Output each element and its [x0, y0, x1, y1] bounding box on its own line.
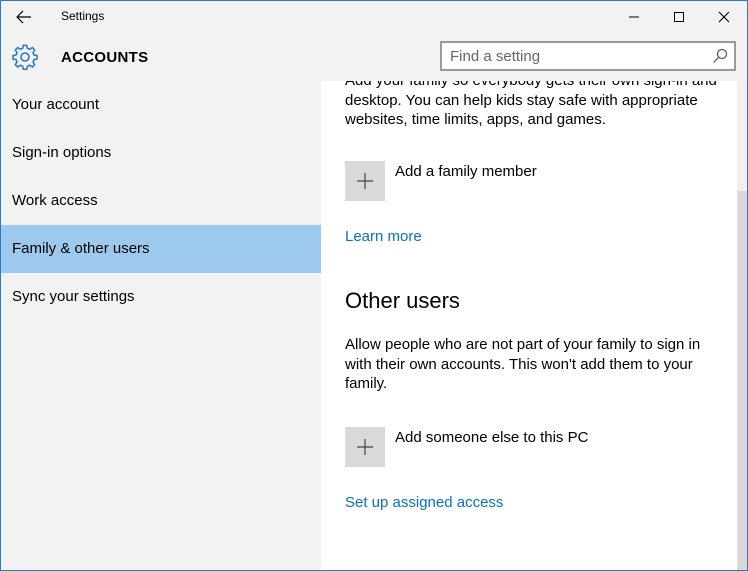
sidebar-item-label: Family & other users: [12, 240, 150, 257]
back-arrow-icon[interactable]: [9, 3, 39, 31]
other-text-line: Allow people who are not part of your fa…: [345, 336, 701, 353]
search-icon[interactable]: [712, 48, 728, 64]
close-icon: [718, 11, 730, 23]
family-description: Add your family so everybody gets their …: [345, 81, 725, 130]
search-box[interactable]: [440, 41, 736, 71]
sidebar-item-label: Work access: [12, 192, 98, 209]
close-button[interactable]: [701, 1, 747, 33]
sidebar-item-label: Sign-in options: [12, 144, 112, 161]
search-input[interactable]: [450, 45, 700, 67]
sidebar-item-label: Your account: [12, 96, 100, 113]
family-text-line: websites, time limits, apps, and games.: [345, 111, 606, 128]
scrollbar-track[interactable]: [737, 81, 747, 191]
minimize-icon: [629, 16, 639, 18]
other-users-description: Allow people who are not part of your fa…: [345, 335, 725, 394]
sidebar-item-your-account[interactable]: Your account: [1, 81, 321, 129]
minimize-button[interactable]: [611, 1, 657, 33]
other-text-line: family.: [345, 375, 388, 392]
maximize-button[interactable]: [656, 1, 702, 33]
add-family-member-label: Add a family member: [395, 163, 537, 180]
sidebar-item-family-other-users[interactable]: Family & other users: [1, 225, 321, 273]
gear-icon: [12, 44, 38, 70]
sidebar: Your account Sign-in options Work access…: [1, 81, 321, 570]
sidebar-item-sync-settings[interactable]: Sync your settings: [1, 273, 321, 321]
learn-more-link[interactable]: Learn more: [345, 228, 422, 245]
title-bar: Settings: [1, 1, 747, 33]
add-someone-else-label: Add someone else to this PC: [395, 429, 589, 446]
scrollbar-thumb[interactable]: [737, 191, 747, 570]
page-title: ACCOUNTS: [61, 49, 149, 66]
sidebar-item-work-access[interactable]: Work access: [1, 177, 321, 225]
family-text-line: desktop. You can help kids stay safe wit…: [345, 91, 698, 109]
other-users-heading: Other users: [345, 288, 460, 313]
maximize-icon: [674, 12, 684, 22]
other-text-line: with their own accounts. This won't add …: [345, 355, 693, 373]
accounts-header: ACCOUNTS: [1, 33, 747, 81]
window-title: Settings: [61, 9, 105, 23]
main-content: Add your family so everybody gets their …: [321, 81, 747, 570]
sidebar-item-label: Sync your settings: [12, 288, 135, 305]
family-text-line: Add your family so everybody gets their …: [345, 81, 725, 91]
sidebar-item-sign-in-options[interactable]: Sign-in options: [1, 129, 321, 177]
add-someone-else-button[interactable]: Add someone else to this PC: [345, 427, 725, 467]
add-family-member-button[interactable]: Add a family member: [345, 161, 725, 201]
settings-window: Settings ACCOUNTS Find a setting Your ac…: [0, 0, 748, 571]
assigned-access-link[interactable]: Set up assigned access: [345, 494, 503, 511]
plus-icon: [345, 161, 385, 201]
plus-icon: [345, 427, 385, 467]
